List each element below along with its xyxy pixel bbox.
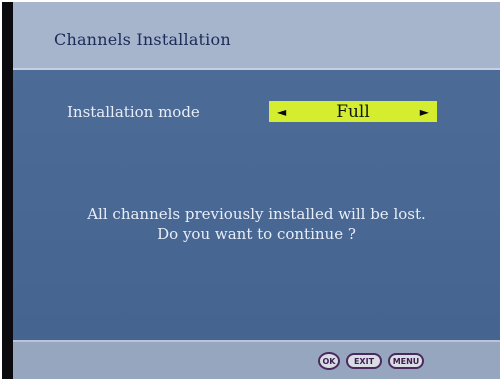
installation-mode-value: Full xyxy=(336,101,370,122)
arrow-right-icon[interactable]: ► xyxy=(420,106,429,118)
dialog-content: Installation mode ◄ Full ► All channels … xyxy=(13,70,500,340)
installation-mode-selector[interactable]: ◄ Full ► xyxy=(269,101,437,122)
installation-mode-label: Installation mode xyxy=(67,103,200,121)
ok-button[interactable]: OK xyxy=(318,352,340,370)
installation-dialog: Channels Installation Installation mode … xyxy=(13,2,500,379)
menu-button[interactable]: MENU xyxy=(388,353,424,369)
arrow-left-icon[interactable]: ◄ xyxy=(277,106,286,118)
dialog-header: Channels Installation xyxy=(13,2,500,70)
dialog-footer: OK EXIT MENU xyxy=(13,340,500,379)
warning-line-1: All channels previously installed will b… xyxy=(87,205,426,223)
warning-message: All channels previously installed will b… xyxy=(13,204,500,244)
dialog-title: Channels Installation xyxy=(54,30,231,49)
tv-screen: Channels Installation Installation mode … xyxy=(2,2,500,379)
warning-line-2: Do you want to continue ? xyxy=(157,225,356,243)
remote-button-hints: OK EXIT MENU xyxy=(318,352,424,370)
exit-button[interactable]: EXIT xyxy=(346,353,382,369)
